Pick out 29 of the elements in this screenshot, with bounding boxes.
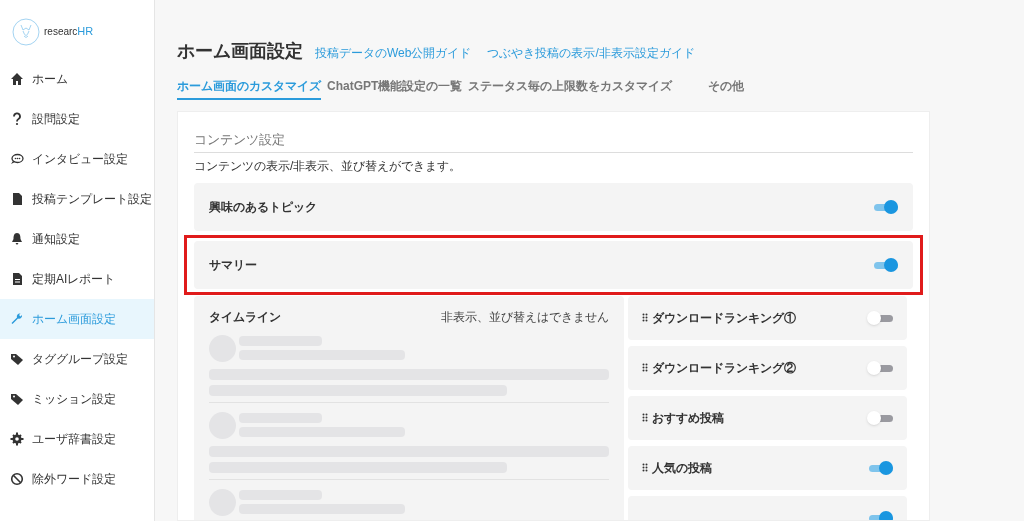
widget-label: 人気の投稿: [652, 459, 712, 477]
row-label: サマリー: [209, 256, 257, 274]
timeline-note: 非表示、並び替えはできません: [441, 308, 609, 326]
tab[interactable]: ChatGPT機能設定の一覧: [327, 77, 463, 100]
timeline-title: タイムライン: [209, 308, 281, 326]
logo-text: researcHR: [44, 24, 94, 40]
sidebar-item[interactable]: ミッション設定: [0, 379, 154, 419]
widget-row[interactable]: ダウンロードランキング①: [628, 295, 907, 340]
page-title: ホーム画面設定: [177, 40, 303, 63]
sidebar-item[interactable]: ホーム: [0, 59, 154, 99]
widget-row[interactable]: 人気の投稿: [628, 445, 907, 490]
sidebar-item[interactable]: 定期AIレポート: [0, 259, 154, 299]
sidebar-item[interactable]: 除外ワード設定: [0, 459, 154, 499]
tab[interactable]: ステータス毎の上限数をカスタマイズ: [468, 77, 673, 100]
section-description: コンテンツの表示/非表示、並び替えができます。: [194, 157, 463, 175]
sidebar-item[interactable]: ユーザ辞書設定: [0, 419, 154, 459]
row-label: 興味のあるトピック: [209, 198, 317, 216]
sidebar-item[interactable]: 通知設定: [0, 219, 154, 259]
tab[interactable]: その他: [708, 77, 745, 100]
widget-row[interactable]: ダウンロードランキング②: [628, 345, 907, 390]
sidebar-item[interactable]: インタビュー設定: [0, 139, 154, 179]
sidebar-item[interactable]: 設問設定: [0, 99, 154, 139]
widget-row[interactable]: おすすめ投稿: [628, 395, 907, 440]
sidebar-item[interactable]: 投稿テンプレート設定: [0, 179, 154, 219]
widget-label: ダウンロードランキング②: [652, 359, 796, 377]
section-heading: コンテンツ設定: [194, 130, 913, 153]
widget-label: おすすめ投稿: [652, 409, 724, 427]
widget-label: ダウンロードランキング①: [652, 309, 796, 327]
sidebar-item[interactable]: タググループ設定: [0, 339, 154, 379]
